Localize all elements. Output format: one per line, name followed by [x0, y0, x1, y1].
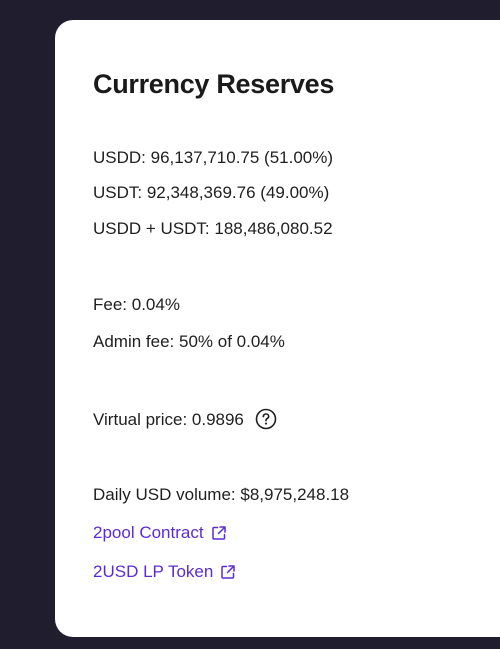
virtual-price: Virtual price: 0.9896: [93, 410, 244, 429]
lp-token-link-row: 2USD LP Token: [93, 562, 236, 582]
daily-usd-volume: Daily USD volume: $8,975,248.18: [93, 485, 350, 504]
external-link-icon: [211, 525, 227, 541]
total-reserve: USDD + USDT: 188,486,080.52: [93, 219, 333, 238]
usdt-reserve: USDT: 92,348,369.76 (49.00%): [93, 183, 330, 202]
currency-reserves-card: Currency Reserves USDD: 96,137,710.75 (5…: [55, 20, 500, 637]
contract-link-row: 2pool Contract: [93, 523, 227, 543]
virtual-price-row: Virtual price: 0.9896: [93, 408, 277, 430]
card-title: Currency Reserves: [93, 69, 335, 99]
2pool-contract-label: 2pool Contract: [93, 523, 204, 542]
2usd-lp-token-link[interactable]: 2USD LP Token: [93, 562, 236, 582]
usdd-reserve: USDD: 96,137,710.75 (51.00%): [93, 148, 334, 167]
2pool-contract-link[interactable]: 2pool Contract: [93, 523, 227, 543]
fee: Fee: 0.04%: [93, 295, 180, 314]
2usd-lp-token-label: 2USD LP Token: [93, 562, 214, 581]
help-circle-icon[interactable]: [255, 408, 277, 430]
admin-fee: Admin fee: 50% of 0.04%: [93, 332, 285, 351]
external-link-icon: [220, 564, 236, 580]
